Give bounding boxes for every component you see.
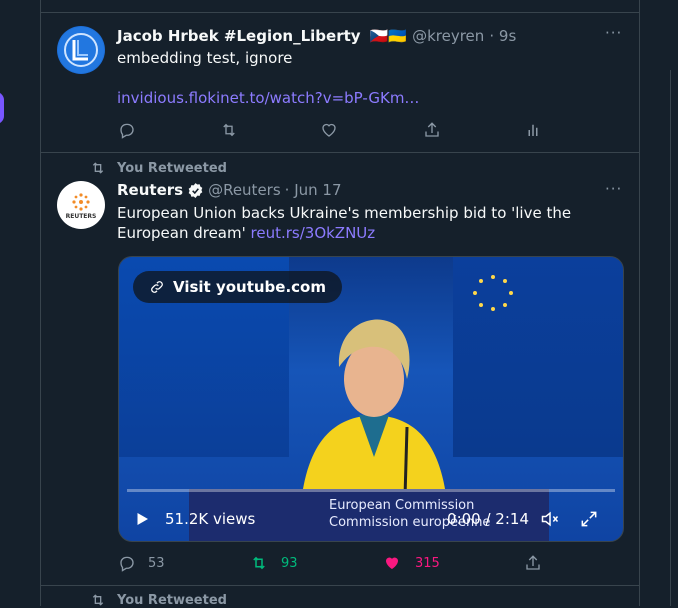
author-name[interactable]: Reuters <box>117 181 183 199</box>
verified-badge-icon <box>188 182 203 198</box>
retweet-icon <box>92 162 104 174</box>
video-player[interactable]: European Commission Commission européenn… <box>118 256 624 542</box>
retweet-button[interactable]: 93 <box>249 554 298 572</box>
share-icon <box>425 122 439 137</box>
flag-icons: 🇨🇿🇺🇦 <box>369 27 407 45</box>
retweet-count: 93 <box>281 555 298 571</box>
timeline-column: Jacob Hrbek #Legion_Liberty 🇨🇿🇺🇦 @kreyre… <box>40 0 640 608</box>
like-button[interactable] <box>320 121 338 139</box>
heart-icon <box>322 123 336 137</box>
retweet-context-label: You Retweeted <box>117 160 227 176</box>
author-handle[interactable]: @kreyren <box>412 27 484 45</box>
video-progress-bar[interactable] <box>127 489 615 492</box>
like-count: 315 <box>415 555 440 571</box>
tweet-link[interactable]: reut.rs/3OkZNUz <box>251 224 376 242</box>
reuters-logo-icon <box>72 192 90 211</box>
avatar[interactable]: REUTERS <box>57 181 105 229</box>
author-handle[interactable]: @Reuters <box>208 181 281 199</box>
retweet-icon <box>253 556 265 570</box>
author-name[interactable]: Jacob Hrbek #Legion_Liberty <box>117 27 361 45</box>
retweet-context: You Retweeted <box>89 160 227 176</box>
heart-icon <box>386 557 398 569</box>
reply-count: 53 <box>148 555 165 571</box>
more-icon[interactable]: ··· <box>605 180 622 198</box>
play-icon[interactable] <box>133 510 151 528</box>
share-icon <box>526 555 540 570</box>
retweet-icon <box>223 123 235 137</box>
fullscreen-icon[interactable] <box>579 509 599 529</box>
retweet-context-label: You Retweeted <box>117 592 227 608</box>
visit-youtube-label: Visit youtube.com <box>173 278 326 296</box>
reply-icon <box>120 556 134 572</box>
avatar[interactable] <box>57 26 105 74</box>
more-icon[interactable]: ··· <box>605 24 622 42</box>
analytics-icon <box>528 124 538 136</box>
mute-icon[interactable] <box>539 509 561 529</box>
video-views: 51.2K views <box>165 510 256 528</box>
visit-youtube-button[interactable]: Visit youtube.com <box>133 271 342 303</box>
share-button[interactable] <box>524 554 542 572</box>
share-button[interactable] <box>423 121 441 139</box>
retweet-button[interactable] <box>219 121 239 139</box>
divider <box>41 12 639 13</box>
link-icon <box>151 281 163 293</box>
reply-button[interactable]: 53 <box>118 554 165 572</box>
video-controls: 51.2K views 0:00 / 2:14 <box>133 505 609 533</box>
divider <box>41 152 639 153</box>
video-time: 0:00 / 2:14 <box>447 510 529 528</box>
analytics-button[interactable] <box>524 121 542 139</box>
scrollbar[interactable] <box>670 70 678 606</box>
compose-fab[interactable] <box>0 92 4 124</box>
tweet-link[interactable]: invidious.flokinet.to/watch?v=bP-GKm… <box>117 88 419 108</box>
reply-button[interactable] <box>118 121 136 139</box>
divider <box>41 585 639 586</box>
background-banner <box>453 257 623 457</box>
eu-stars-icon <box>473 275 513 311</box>
tweet-time[interactable]: · Jun 17 <box>285 181 342 199</box>
tweet-text: European Union backs Ukraine's membershi… <box>117 203 587 243</box>
tweet-text: embedding test, ignore <box>117 49 293 67</box>
reply-icon <box>120 123 134 139</box>
tweet-time[interactable]: · 9s <box>489 27 516 45</box>
like-button[interactable]: 315 <box>383 554 440 572</box>
avatar-text: REUTERS <box>65 212 97 220</box>
